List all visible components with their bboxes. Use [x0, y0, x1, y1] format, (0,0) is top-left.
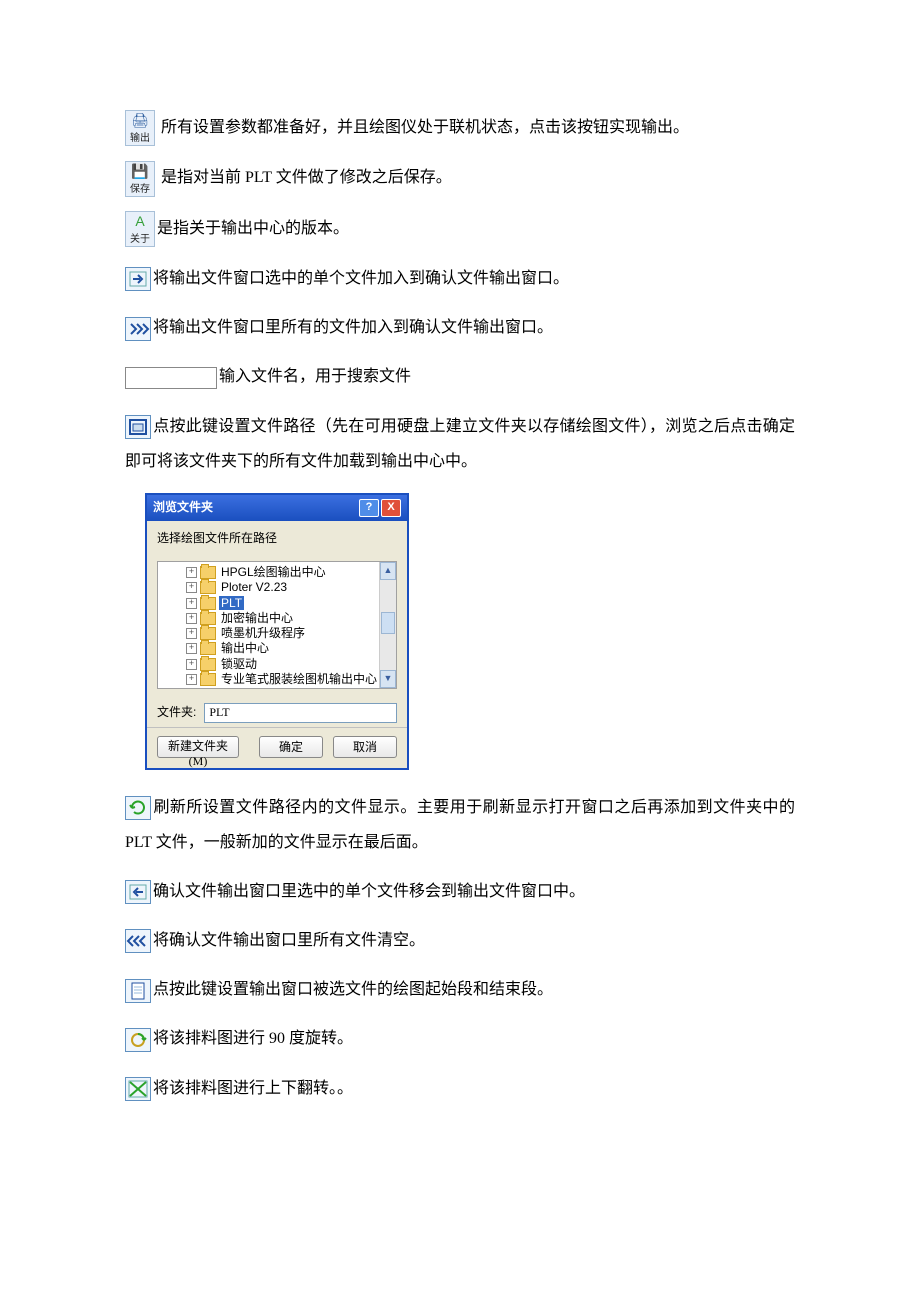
ok-button[interactable]: 确定 — [259, 736, 323, 758]
tree-item[interactable]: +锁驱动 — [158, 656, 396, 671]
description-text: 将该排料图进行上下翻转。。 — [153, 1080, 353, 1097]
description-text: 是指对当前 PLT 文件做了修改之后保存。 — [157, 169, 452, 186]
tree-item[interactable]: +HPGL绘图输出中心 — [158, 565, 396, 580]
description-text: 确认文件输出窗口里选中的单个文件移会到输出文件窗口中。 — [153, 883, 585, 900]
description-text: 所有设置参数都准备好，并且绘图仪处于联机状态，点击该按钮实现输出。 — [157, 119, 689, 136]
doc-line: 💾 保存 是指对当前 PLT 文件做了修改之后保存。 — [125, 160, 795, 196]
folder-name: PLT — [219, 596, 244, 610]
close-button[interactable]: X — [381, 499, 401, 517]
arrow-right-all-icon[interactable] — [125, 317, 151, 341]
folder-name: 喷墨机升级程序 — [219, 626, 307, 640]
segments-icon[interactable] — [125, 979, 151, 1003]
folder-name: 加密输出中心 — [219, 611, 295, 625]
dialog-titlebar: 浏览文件夹?X — [147, 495, 407, 521]
browse-folder-icon[interactable] — [125, 415, 151, 439]
icon-label: 保存 — [126, 185, 154, 195]
help-button[interactable]: ? — [359, 499, 379, 517]
dialog-title: 浏览文件夹 — [153, 500, 213, 516]
description-text: 输入文件名，用于搜索文件 — [219, 368, 411, 385]
doc-line: 刷新所设置文件路径内的文件显示。主要用于刷新显示打开窗口之后再添加到文件夹中的 … — [125, 790, 795, 860]
tree-item[interactable]: +专业笔式服装绘图机输出中心 — [158, 672, 396, 687]
arrow-left-all-icon[interactable] — [125, 929, 151, 953]
rotate-90-icon[interactable] — [125, 1028, 151, 1052]
doc-line: 将输出文件窗口里所有的文件加入到确认文件输出窗口。 — [125, 310, 795, 345]
description-text: 刷新所设置文件路径内的文件显示。主要用于刷新显示打开窗口之后再添加到文件夹中的 … — [125, 799, 795, 851]
description-text: 是指关于输出中心的版本。 — [157, 220, 349, 237]
folder-name: 锁驱动 — [219, 657, 259, 671]
doc-line: 确认文件输出窗口里选中的单个文件移会到输出文件窗口中。 — [125, 874, 795, 909]
scrollbar[interactable]: ▲▼ — [379, 562, 396, 688]
dialog-instruction: 选择绘图文件所在路径 — [157, 531, 397, 547]
tree-item[interactable]: +Ploter V2.23 — [158, 580, 396, 595]
doc-line: 将该排料图进行 90 度旋转。 — [125, 1021, 795, 1056]
description-text: 将输出文件窗口选中的单个文件加入到确认文件输出窗口。 — [153, 270, 569, 287]
description-text: 点按此键设置文件路径（先在可用硬盘上建立文件夹以存储绘图文件），浏览之后点击确定… — [125, 418, 795, 470]
tree-item[interactable]: +加密输出中心 — [158, 611, 396, 626]
description-text: 将确认文件输出窗口里所有文件清空。 — [153, 932, 425, 949]
printer-icon[interactable]: 🖨 输出 — [125, 110, 155, 146]
browse-folder-dialog: 浏览文件夹?X 选择绘图文件所在路径 +HPGL绘图输出中心+Ploter V2.2… — [145, 493, 409, 770]
folder-field-input[interactable] — [204, 703, 397, 723]
cancel-button[interactable]: 取消 — [333, 736, 397, 758]
doc-line: A 关于是指关于输出中心的版本。 — [125, 211, 795, 247]
doc-line: 点按此键设置文件路径（先在可用硬盘上建立文件夹以存储绘图文件），浏览之后点击确定… — [125, 409, 795, 479]
doc-line: 点按此键设置输出窗口被选文件的绘图起始段和结束段。 — [125, 972, 795, 1007]
arrow-left-icon[interactable] — [125, 880, 151, 904]
save-icon[interactable]: 💾 保存 — [125, 161, 155, 197]
description-text: 将输出文件窗口里所有的文件加入到确认文件输出窗口。 — [153, 319, 553, 336]
doc-line: 输入文件名，用于搜索文件 — [125, 359, 795, 394]
about-icon[interactable]: A 关于 — [125, 211, 155, 247]
arrow-right-icon[interactable] — [125, 267, 151, 291]
folder-field-label: 文件夹: — [157, 705, 196, 721]
refresh-icon[interactable] — [125, 796, 151, 820]
icon-label: 输出 — [126, 134, 154, 144]
doc-line: 将该排料图进行上下翻转。。 — [125, 1071, 795, 1106]
doc-line: 将输出文件窗口选中的单个文件加入到确认文件输出窗口。 — [125, 261, 795, 296]
new-folder-button[interactable]: 新建文件夹(M) — [157, 736, 239, 758]
flip-vertical-icon[interactable] — [125, 1077, 151, 1101]
tree-item[interactable]: +输出中心 — [158, 641, 396, 656]
folder-name: 输出中心 — [219, 641, 271, 655]
glyph: A — [126, 214, 154, 228]
doc-line: 将确认文件输出窗口里所有文件清空。 — [125, 923, 795, 958]
tree-item[interactable]: +喷墨机升级程序 — [158, 626, 396, 641]
filename-search-input[interactable] — [125, 367, 217, 389]
glyph: 🖨 — [126, 113, 154, 127]
doc-line: 🖨 输出 所有设置参数都准备好，并且绘图仪处于联机状态，点击该按钮实现输出。 — [125, 110, 795, 146]
folder-name: 专业笔式服装绘图机输出中心 — [219, 672, 379, 686]
tree-item[interactable]: +PLT — [158, 595, 396, 610]
description-text: 将该排料图进行 90 度旋转。 — [153, 1030, 353, 1047]
icon-label: 关于 — [126, 235, 154, 245]
folder-name: Ploter V2.23 — [219, 580, 289, 594]
folder-tree[interactable]: +HPGL绘图输出中心+Ploter V2.23+PLT+加密输出中心+喷墨机升… — [157, 561, 397, 689]
folder-name: HPGL绘图输出中心 — [219, 565, 328, 579]
description-text: 点按此键设置输出窗口被选文件的绘图起始段和结束段。 — [153, 981, 553, 998]
glyph: 💾 — [126, 164, 154, 178]
